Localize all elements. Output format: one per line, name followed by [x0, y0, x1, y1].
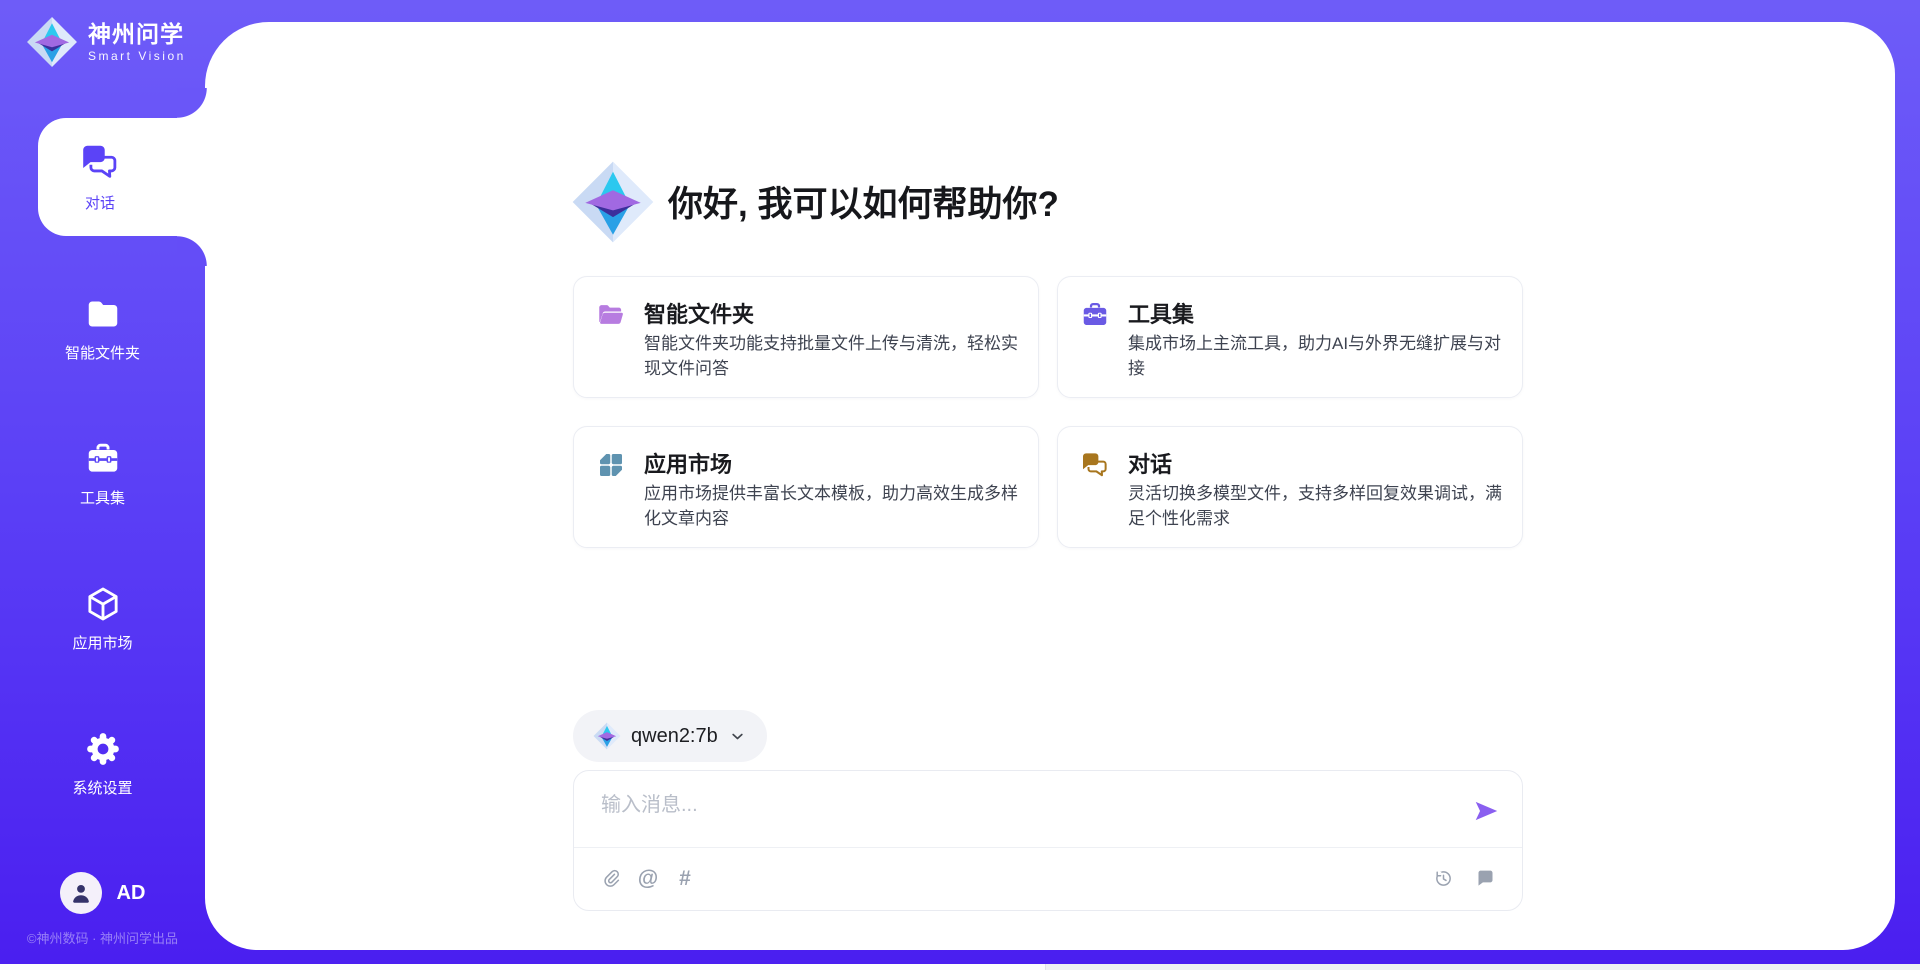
sidebar-item-app-market[interactable]: 应用市场	[0, 585, 205, 653]
app-subtitle: Smart Vision	[88, 49, 186, 63]
sidebar-item-label: 应用市场	[72, 632, 132, 653]
feature-card-description: 集成市场上主流工具，助力AI与外界无缝扩展与对接	[1128, 331, 1502, 381]
app-grid-icon	[596, 450, 626, 480]
person-icon	[68, 880, 94, 906]
feature-card-description: 智能文件夹功能支持批量文件上传与清洗，轻松实现文件问答	[644, 331, 1018, 381]
sidebar-item-settings[interactable]: 系统设置	[0, 730, 205, 798]
paperclip-icon	[601, 868, 622, 889]
greeting-heading: 你好, 我可以如何帮助你?	[668, 184, 1059, 226]
paper-plane-icon	[1472, 797, 1500, 825]
attach-file-button[interactable]	[598, 865, 624, 891]
feature-card-toolset[interactable]: 工具集 集成市场上主流工具，助力AI与外界无缝扩展与对接	[1057, 276, 1523, 398]
app-logo: 神州问学 Smart Vision	[26, 16, 186, 68]
send-button[interactable]	[1472, 797, 1500, 825]
history-icon	[1433, 868, 1454, 889]
feature-card-title: 对话	[1128, 447, 1172, 479]
user-initials: AD	[117, 882, 146, 905]
toolbox-icon	[84, 440, 122, 478]
chat-bubbles-icon	[79, 141, 121, 183]
feature-card-grid: 智能文件夹 智能文件夹功能支持批量文件上传与清洗，轻松实现文件问答 工具集 集成…	[573, 276, 1523, 548]
feature-card-title: 工具集	[1128, 297, 1194, 329]
scrollbar-thumb[interactable]	[0, 964, 1046, 970]
chat-icon	[1475, 868, 1496, 889]
brand-diamond-icon	[593, 722, 621, 750]
toolbox-icon	[1080, 300, 1110, 330]
user-account[interactable]: AD	[0, 872, 205, 914]
feature-card-chat[interactable]: 对话 灵活切换多模型文件，支持多样回复效果调试，满足个性化需求	[1057, 426, 1523, 548]
model-name: qwen2:7b	[631, 725, 718, 748]
app-root: 神州问学 Smart Vision 对话 智能文件夹 工具集	[0, 0, 1920, 970]
model-selector[interactable]: qwen2:7b	[573, 710, 767, 762]
sidebar-item-label: 系统设置	[72, 777, 132, 798]
feature-card-title: 应用市场	[644, 447, 732, 479]
tab-fillet-bottom	[177, 236, 207, 266]
feature-card-title: 智能文件夹	[644, 297, 754, 329]
folder-icon	[84, 295, 122, 333]
folder-open-icon	[596, 300, 626, 330]
feature-card-app-market[interactable]: 应用市场 应用市场提供丰富长文本模板，助力高效生成多样化文章内容	[573, 426, 1039, 548]
hashtag-button[interactable]: #	[672, 865, 698, 891]
gear-icon	[84, 730, 122, 768]
sidebar-item-chat[interactable]: 对话	[38, 118, 210, 236]
feature-card-description: 灵活切换多模型文件，支持多样回复效果调试，满足个性化需求	[1128, 481, 1502, 531]
brand-diamond-icon	[26, 16, 78, 68]
sidebar-item-label: 智能文件夹	[65, 342, 140, 363]
horizontal-scrollbar[interactable]	[0, 964, 1920, 970]
chat-bubbles-icon	[1080, 450, 1110, 480]
feature-card-smart-folder[interactable]: 智能文件夹 智能文件夹功能支持批量文件上传与清洗，轻松实现文件问答	[573, 276, 1039, 398]
brand-diamond-icon	[571, 160, 655, 244]
copyright: ©神州数码 · 神州问学出品	[0, 928, 205, 947]
tab-fillet-top	[177, 88, 207, 118]
cube-icon	[84, 585, 122, 623]
message-input[interactable]: 输入消息...	[601, 788, 698, 817]
mention-button[interactable]: @	[635, 865, 661, 891]
sidebar-item-toolset[interactable]: 工具集	[0, 440, 205, 508]
composer: 输入消息... @ #	[573, 770, 1523, 911]
sidebar-item-label: 工具集	[80, 487, 125, 508]
composer-divider	[574, 847, 1522, 848]
composer-toolbar: @ #	[598, 861, 1498, 895]
chevron-down-icon	[728, 727, 747, 746]
app-title: 神州问学	[88, 21, 186, 47]
quick-chat-button[interactable]	[1472, 865, 1498, 891]
sidebar-item-smart-folder[interactable]: 智能文件夹	[0, 295, 205, 363]
avatar	[60, 872, 102, 914]
history-button[interactable]	[1430, 865, 1456, 891]
sidebar-item-label: 对话	[85, 192, 115, 213]
feature-card-description: 应用市场提供丰富长文本模板，助力高效生成多样化文章内容	[644, 481, 1018, 531]
